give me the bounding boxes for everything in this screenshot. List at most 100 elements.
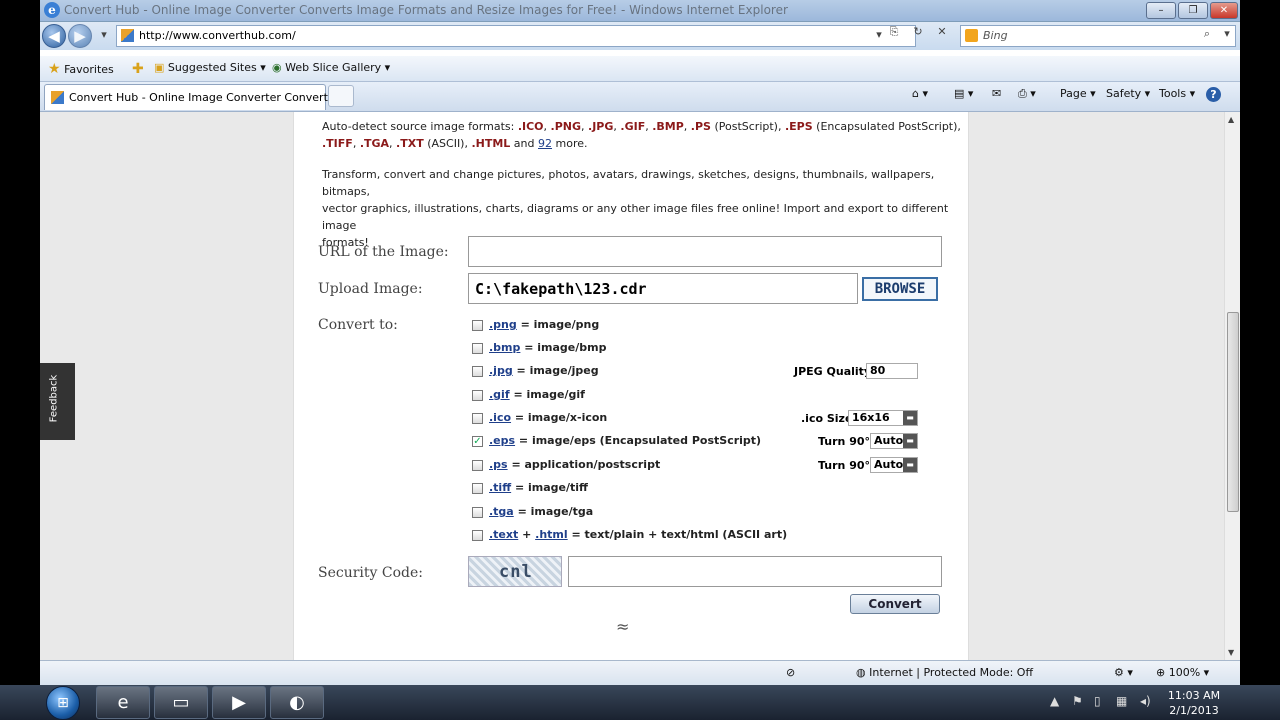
- bing-icon: [965, 29, 978, 42]
- vertical-scrollbar[interactable]: ▲ ▼: [1224, 112, 1240, 660]
- print-icon[interactable]: ⎙ ▾: [1018, 87, 1036, 101]
- zone-text: Internet | Protected Mode: Off: [869, 666, 1034, 679]
- read-mail-icon[interactable]: ✉: [992, 87, 1001, 100]
- search-dropdown-icon[interactable]: ▾: [1217, 27, 1237, 43]
- tray-network-icon[interactable]: ▦: [1116, 694, 1127, 708]
- option-ps[interactable]: .ps = application/postscript: [472, 458, 660, 474]
- tray-show-hidden-icon[interactable]: ▲: [1050, 694, 1059, 708]
- tray-volume-icon[interactable]: ◂): [1140, 694, 1151, 708]
- taskbar-media-player-icon[interactable]: ▶: [212, 686, 266, 719]
- option-tga[interactable]: .tga = image/tga: [472, 505, 593, 521]
- status-bar: ⊘ ◍ Internet | Protected Mode: Off ⚙ ▾ ⊕…: [40, 660, 1240, 685]
- zone-indicator[interactable]: ◍ Internet | Protected Mode: Off: [856, 666, 1033, 679]
- upload-image-field[interactable]: C:\fakepath\123.cdr: [468, 273, 858, 304]
- option-jpg[interactable]: .jpg = image/jpeg: [472, 364, 599, 380]
- turn-ps-select[interactable]: Auto ▬: [870, 457, 918, 473]
- favorites-button[interactable]: ★ Favorites: [48, 61, 114, 77]
- stop-icon[interactable]: ✕: [932, 25, 952, 41]
- tray-flag-icon[interactable]: ⚑: [1072, 694, 1083, 708]
- upload-path: C:\fakepath\123.cdr: [475, 280, 647, 298]
- ico-checkbox[interactable]: [472, 412, 483, 424]
- security-code-input[interactable]: [568, 556, 942, 587]
- new-tab-button[interactable]: [328, 85, 354, 107]
- url-field[interactable]: http://www.converthub.com/ ▾: [116, 25, 916, 47]
- scroll-up-icon[interactable]: ▲: [1228, 115, 1234, 124]
- clock-date: 2/1/2013: [1169, 704, 1219, 717]
- ie-logo-icon: e: [44, 2, 60, 18]
- taskbar-firefox-icon[interactable]: ◐: [270, 686, 324, 719]
- gif-checkbox[interactable]: [472, 389, 483, 401]
- ps-checkbox[interactable]: [472, 459, 483, 471]
- convert-button[interactable]: Convert: [850, 594, 940, 614]
- tab-favicon-icon: [51, 91, 64, 104]
- tab-converthub[interactable]: Convert Hub - Online Image Converter Con…: [44, 84, 348, 110]
- option-ico[interactable]: .ico = image/x-icon: [472, 411, 607, 427]
- scroll-down-icon[interactable]: ▼: [1228, 648, 1234, 657]
- turn-ps-dropdown-icon: ▬: [903, 458, 917, 472]
- url-label: URL of the Image:: [318, 244, 449, 260]
- browse-button[interactable]: BROWSE: [862, 277, 938, 301]
- tools-menu[interactable]: Tools ▾: [1159, 87, 1195, 100]
- security-code-label: Security Code:: [318, 565, 423, 581]
- suggested-sites-link[interactable]: ▣ Suggested Sites ▾: [154, 61, 266, 74]
- more-formats-link[interactable]: 92: [538, 137, 552, 150]
- window-title: Convert Hub - Online Image Converter Con…: [64, 3, 788, 17]
- option-tiff[interactable]: .tiff = image/tiff: [472, 481, 588, 497]
- option-gif[interactable]: .gif = image/gif: [472, 388, 585, 404]
- jpeg-quality-input[interactable]: 80: [866, 363, 918, 379]
- ico-size-dropdown-icon: ▬: [903, 411, 917, 425]
- tiff-checkbox[interactable]: [472, 482, 483, 494]
- image-url-input[interactable]: [468, 236, 942, 267]
- loading-squiggle-icon: ≈: [616, 617, 630, 636]
- turn-eps-label: Turn 90°:: [818, 435, 875, 448]
- page-menu[interactable]: Page ▾: [1060, 87, 1096, 100]
- history-dropdown-icon[interactable]: ▾: [94, 28, 114, 44]
- globe-icon: ◍: [856, 666, 866, 679]
- ie-window: e Convert Hub - Online Image Converter C…: [40, 0, 1240, 685]
- refresh-icon[interactable]: ↻: [908, 25, 928, 41]
- minimize-button[interactable]: –: [1146, 2, 1176, 19]
- text-html-checkbox[interactable]: [472, 529, 483, 541]
- bmp-checkbox[interactable]: [472, 342, 483, 354]
- feedback-tab[interactable]: Feedback: [40, 363, 75, 440]
- zoom-control[interactable]: ⊕ 100% ▾: [1156, 666, 1209, 679]
- forward-button[interactable]: ▶: [68, 24, 92, 48]
- search-icon[interactable]: ⌕: [1197, 27, 1217, 43]
- taskbar-explorer-icon[interactable]: ▭: [154, 686, 208, 719]
- page-viewport: Feedback Auto-detect source image format…: [40, 112, 1240, 660]
- turn-eps-dropdown-icon: ▬: [903, 434, 917, 448]
- compatibility-icon[interactable]: ⎘: [884, 25, 904, 41]
- option-png[interactable]: .png = image/png: [472, 318, 599, 334]
- home-icon[interactable]: ⌂ ▾: [912, 87, 928, 100]
- protected-mode-icon[interactable]: ⚙ ▾: [1114, 666, 1133, 679]
- option-bmp[interactable]: .bmp = image/bmp: [472, 341, 606, 357]
- url-text: http://www.converthub.com/: [139, 29, 296, 42]
- tray-device-icon[interactable]: ▯: [1094, 694, 1101, 708]
- png-checkbox[interactable]: [472, 319, 483, 331]
- close-button[interactable]: ✕: [1210, 2, 1238, 19]
- option-eps[interactable]: ✓ .eps = image/eps (Encapsulated PostScri…: [472, 434, 761, 450]
- taskbar-ie-icon[interactable]: e: [96, 686, 150, 719]
- tga-checkbox[interactable]: [472, 506, 483, 518]
- eps-checkbox[interactable]: ✓: [472, 435, 483, 447]
- title-bar: e Convert Hub - Online Image Converter C…: [40, 0, 1240, 22]
- scroll-thumb[interactable]: [1227, 312, 1239, 512]
- web-slice-gallery-link[interactable]: ◉ Web Slice Gallery ▾: [272, 61, 390, 74]
- add-favorite-icon[interactable]: ✚: [132, 61, 144, 77]
- option-text-html[interactable]: .text + .html = text/plain + text/html (…: [472, 528, 787, 544]
- search-field[interactable]: Bing ⌕ ▾: [960, 25, 1236, 47]
- turn-eps-select[interactable]: Auto ▬: [870, 433, 918, 449]
- ico-size-select[interactable]: 16x16 ▬: [848, 410, 918, 426]
- taskbar: ⊞ e ▭ ▶ ◐ ▲ ⚑ ▯ ▦ ◂) 11:03 AM 2/1/2013: [0, 685, 1280, 720]
- system-clock[interactable]: 11:03 AM 2/1/2013: [1164, 688, 1224, 718]
- privacy-icon[interactable]: ⊘: [786, 666, 795, 679]
- maximize-button[interactable]: ❐: [1178, 2, 1208, 19]
- jpg-checkbox[interactable]: [472, 365, 483, 377]
- safety-menu[interactable]: Safety ▾: [1106, 87, 1150, 100]
- help-icon[interactable]: ?: [1206, 87, 1221, 102]
- clock-time: 11:03 AM: [1167, 689, 1221, 702]
- start-button[interactable]: ⊞: [46, 686, 80, 720]
- back-button[interactable]: ◀: [42, 24, 66, 48]
- feeds-icon[interactable]: ▤ ▾: [954, 87, 973, 100]
- converthub-page: Auto-detect source image formats: .ICO, …: [293, 112, 969, 660]
